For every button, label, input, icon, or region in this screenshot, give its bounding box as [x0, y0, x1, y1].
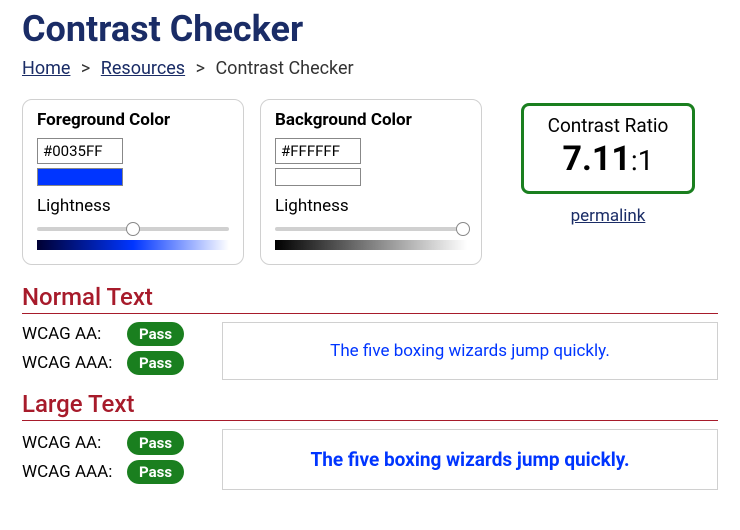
normal-aaa-badge: Pass [127, 351, 184, 375]
foreground-lightness-label: Lightness [37, 196, 229, 216]
background-panel: Background Color Lightness [260, 99, 482, 265]
background-swatch[interactable] [275, 168, 361, 186]
breadcrumb-sep: > [81, 58, 90, 79]
background-hex-input[interactable] [275, 138, 361, 164]
large-sample-box[interactable]: The five boxing wizards jump quickly. [222, 429, 718, 490]
breadcrumb-current: Contrast Checker [215, 58, 353, 79]
background-lightness-label: Lightness [275, 196, 467, 216]
normal-sample-box[interactable]: The five boxing wizards jump quickly. [222, 322, 718, 380]
page-title: Contrast Checker [22, 8, 718, 50]
normal-sample-text: The five boxing wizards jump quickly. [330, 341, 610, 361]
background-label: Background Color [275, 110, 467, 130]
large-text-heading: Large Text [22, 390, 718, 421]
background-lightness-gradient [275, 240, 467, 250]
normal-aaa-label: WCAG AAA: [22, 353, 127, 373]
permalink-link[interactable]: permalink [571, 206, 646, 226]
contrast-ratio-box: Contrast Ratio 7.11:1 [521, 103, 696, 194]
large-aa-badge: Pass [127, 431, 184, 455]
breadcrumb-resources[interactable]: Resources [101, 58, 185, 79]
large-text-row: WCAG AA: Pass WCAG AAA: Pass The five bo… [22, 429, 718, 490]
foreground-lightness-gradient [37, 240, 229, 250]
foreground-swatch[interactable] [37, 168, 123, 186]
foreground-panel: Foreground Color Lightness [22, 99, 244, 265]
large-sample-text: The five boxing wizards jump quickly. [310, 448, 629, 471]
breadcrumb-sep: > [196, 58, 205, 79]
large-aa-label: WCAG AA: [22, 433, 127, 453]
large-aaa-badge: Pass [127, 460, 184, 484]
large-aaa-label: WCAG AAA: [22, 462, 127, 482]
normal-text-row: WCAG AA: Pass WCAG AAA: Pass The five bo… [22, 322, 718, 380]
breadcrumb: Home > Resources > Contrast Checker [22, 58, 718, 79]
normal-aa-label: WCAG AA: [22, 324, 127, 344]
normal-text-heading: Normal Text [22, 283, 718, 314]
contrast-ratio-value: 7.11:1 [548, 139, 669, 179]
normal-aa-badge: Pass [127, 322, 184, 346]
background-lightness-slider[interactable] [275, 222, 467, 236]
breadcrumb-home[interactable]: Home [22, 58, 70, 79]
foreground-hex-input[interactable] [37, 138, 123, 164]
contrast-ratio-title: Contrast Ratio [548, 114, 669, 137]
foreground-label: Foreground Color [37, 110, 229, 130]
foreground-lightness-slider[interactable] [37, 222, 229, 236]
